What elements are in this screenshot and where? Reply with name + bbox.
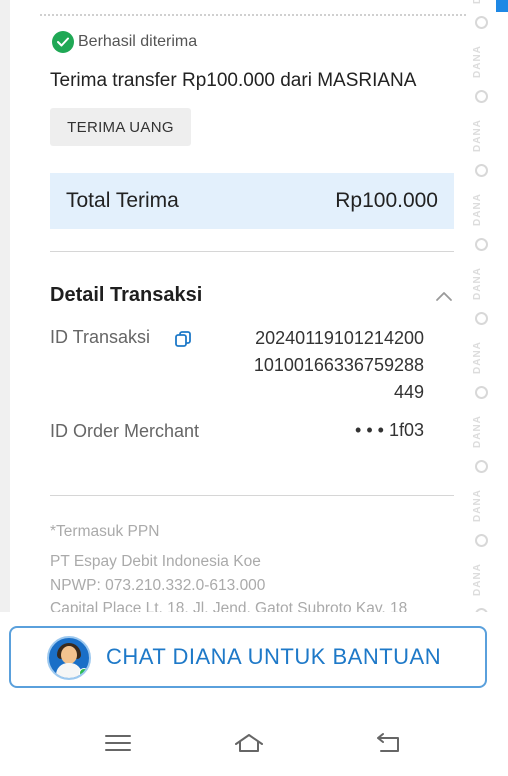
company-name: PT Espay Debit Indonesia Koe: [50, 553, 261, 570]
watermark-word: DANA: [472, 563, 483, 597]
tx-id-line: 20240119101214200: [255, 328, 424, 348]
watermark-unit: DANA: [472, 34, 488, 108]
watermark-unit: DANA: [472, 182, 488, 256]
tx-id-line: 449: [393, 382, 424, 402]
dana-watermark: DANA DANA DANA DANA DANA DANA DANA DANA …: [472, 0, 488, 612]
watermark-unit: DANA: [472, 0, 488, 34]
dana-coin-icon: [475, 312, 488, 325]
tx-id-line: 10100166336759288: [253, 355, 424, 375]
receipt-top-divider: [40, 14, 466, 16]
chat-diana-button[interactable]: CHAT DIANA UNTUK BANTUAN: [9, 626, 487, 688]
dana-coin-icon: [475, 386, 488, 399]
divider: [50, 495, 454, 496]
home-icon[interactable]: [232, 730, 266, 756]
watermark-word: DANA: [472, 0, 488, 12]
watermark-word: DANA: [472, 489, 483, 523]
ppn-note: *Termasuk PPN: [50, 523, 160, 540]
dana-coin-icon: [475, 534, 488, 547]
dana-coin-icon: [475, 608, 488, 612]
npwp-text: NPWP: 073.210.332.0-613.000: [50, 577, 266, 594]
address-text: Capital Place Lt. 18, Jl. Jend. Gatot Su…: [50, 600, 408, 612]
tx-id-value: 20240119101214200 10100166336759288 449: [194, 325, 424, 406]
dana-coin-icon: [475, 238, 488, 251]
dana-coin-icon: [475, 164, 488, 177]
tx-id-label: ID Transaksi: [50, 327, 151, 347]
watermark-word: DANA: [472, 119, 483, 153]
watermark-word: DANA: [472, 45, 483, 79]
watermark-unit: DANA: [472, 330, 488, 404]
divider: [50, 251, 454, 252]
watermark-unit: DANA: [472, 478, 488, 552]
watermark-unit: DANA: [472, 256, 488, 330]
diana-avatar: [47, 636, 91, 680]
watermark-unit: DANA: [472, 552, 488, 612]
avatar-face: [61, 646, 77, 664]
total-label: Total Terima: [66, 189, 179, 212]
online-dot-icon: [79, 668, 89, 678]
order-id-value: • • • 1f03: [355, 420, 424, 440]
watermark-unit: DANA: [472, 404, 488, 478]
watermark-word: DANA: [472, 415, 483, 449]
order-id-label: ID Order Merchant: [50, 421, 200, 441]
system-navbar: [0, 708, 508, 776]
detail-section-title: Detail Transaksi: [50, 284, 203, 306]
receipt-card: Berhasil diterima Terima transfer Rp100.…: [10, 0, 488, 612]
watermark-word: DANA: [472, 341, 483, 375]
status-strip-right: [496, 0, 508, 12]
watermark-unit: DANA: [472, 108, 488, 182]
chevron-up-icon[interactable]: [434, 289, 454, 303]
total-value: Rp100.000: [335, 189, 438, 212]
category-chip: TERIMA UANG: [50, 108, 191, 146]
dana-coin-icon: [475, 90, 488, 103]
dana-coin-icon: [475, 16, 488, 29]
transaction-title: Terima transfer Rp100.000 dari MASRIANA: [50, 70, 417, 91]
copy-icon[interactable]: [174, 330, 192, 348]
total-box: Total Terima Rp100.000: [50, 173, 454, 229]
menu-icon[interactable]: [101, 730, 135, 756]
left-rail: [0, 0, 10, 612]
back-icon[interactable]: [371, 730, 405, 756]
status-row: Berhasil diterima: [52, 31, 197, 53]
check-icon: [52, 31, 74, 53]
dana-coin-icon: [475, 460, 488, 473]
watermark-word: DANA: [472, 193, 483, 227]
watermark-word: DANA: [472, 267, 483, 301]
status-text: Berhasil diterima: [78, 33, 198, 50]
chat-button-label: CHAT DIANA UNTUK BANTUAN: [106, 644, 442, 669]
